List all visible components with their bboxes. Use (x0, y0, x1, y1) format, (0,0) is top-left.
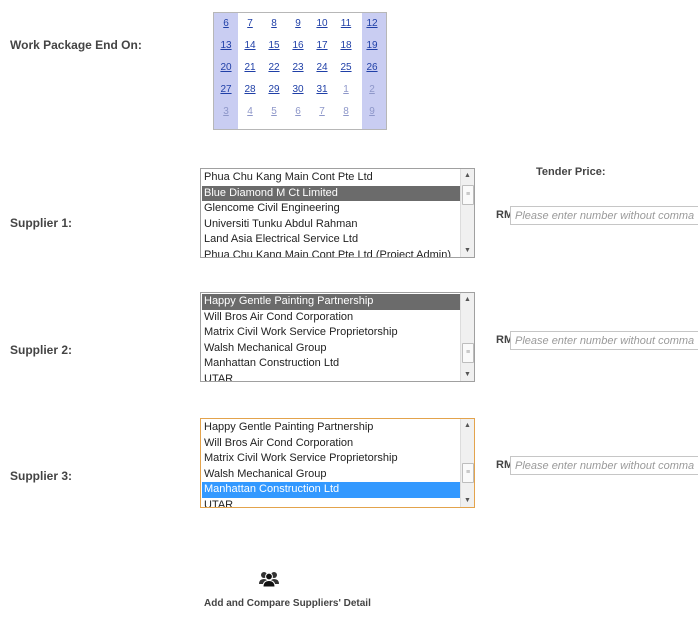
calendar-day[interactable]: 12 (361, 15, 383, 33)
calendar-day[interactable]: 20 (215, 59, 237, 77)
supplier-2-listbox[interactable]: Happy Gentle Painting Partnership Will Br… (200, 292, 475, 382)
supplier-option[interactable]: Glencome Civil Engineering (202, 201, 460, 217)
calendar-day[interactable]: 9 (361, 103, 383, 121)
calendar-day[interactable]: 23 (287, 59, 309, 77)
calendar-day[interactable]: 14 (239, 37, 261, 55)
supplier-option[interactable]: Phua Chu Kang Main Cont Pte Ltd (202, 170, 460, 186)
calendar-day[interactable]: 13 (215, 37, 237, 55)
supplier-option[interactable]: Phua Chu Kang Main Cont Pte Ltd (Project… (202, 248, 460, 257)
calendar-day[interactable]: 6 (215, 15, 237, 33)
calendar-day[interactable]: 31 (311, 81, 333, 99)
supplier-option[interactable]: Happy Gentle Painting Partnership (202, 294, 460, 310)
scroll-up-arrow-icon[interactable]: ▲ (464, 172, 471, 179)
calendar-day[interactable]: 3 (215, 103, 237, 121)
calendar-day[interactable]: 4 (239, 103, 261, 121)
tender-price-input-3[interactable] (510, 456, 698, 475)
supplier-option[interactable]: Walsh Mechanical Group (202, 467, 460, 483)
calendar-day[interactable]: 25 (335, 59, 357, 77)
calendar-day[interactable]: 7 (311, 103, 333, 121)
supplier-option[interactable]: Universiti Tunku Abdul Rahman (202, 217, 460, 233)
calendar-day[interactable]: 18 (335, 37, 357, 55)
supplier-option[interactable]: Happy Gentle Painting Partnership (202, 420, 460, 436)
tender-price-heading: Tender Price: (536, 166, 606, 178)
supplier-1-options: Phua Chu Kang Main Cont Pte Ltd Blue Diam… (202, 170, 460, 257)
work-package-end-label: Work Package End On: (10, 38, 142, 52)
calendar-day[interactable]: 10 (311, 15, 333, 33)
calendar-day[interactable]: 21 (239, 59, 261, 77)
supplier-option[interactable]: Manhattan Construction Ltd (202, 482, 460, 498)
calendar-day[interactable]: 2 (361, 81, 383, 99)
scroll-down-arrow-icon[interactable]: ▼ (464, 371, 471, 378)
calendar-day[interactable]: 6 (287, 103, 309, 121)
supplier-option[interactable]: Matrix Civil Work Service Proprietorship (202, 451, 460, 467)
supplier-option[interactable]: UTAR (202, 498, 460, 507)
calendar-day[interactable]: 29 (263, 81, 285, 99)
supplier-option[interactable]: Blue Diamond M Ct Limited (202, 185, 460, 202)
calendar-day[interactable]: 9 (287, 15, 309, 33)
supplier-1-label: Supplier 1: (10, 216, 73, 230)
tender-price-input-1[interactable] (510, 206, 698, 225)
supplier-1-scrollbar[interactable]: ▲ ≡ ▼ (460, 169, 474, 257)
calendar-day[interactable]: 22 (263, 59, 285, 77)
supplier-option[interactable]: Land Asia Electrical Service Ltd (202, 232, 460, 248)
supplier-3-scrollbar[interactable]: ▲ ≡ ▼ (460, 419, 474, 507)
calendar-day[interactable]: 30 (287, 81, 309, 99)
supplier-option[interactable]: Walsh Mechanical Group (202, 341, 460, 357)
supplier-3-label: Supplier 3: (10, 469, 73, 483)
calendar-day[interactable]: 26 (361, 59, 383, 77)
calendar-day[interactable]: 24 (311, 59, 333, 77)
scroll-thumb[interactable]: ≡ (462, 343, 474, 363)
add-compare-suppliers-label: Add and Compare Suppliers' Detail (204, 598, 371, 609)
calendar-day[interactable]: 8 (263, 15, 285, 33)
scroll-up-arrow-icon[interactable]: ▲ (464, 296, 471, 303)
supplier-option[interactable]: Manhattan Construction Ltd (202, 356, 460, 372)
add-compare-suppliers-button[interactable]: Add and Compare Suppliers' Detail (198, 570, 378, 610)
calendar-day[interactable]: 5 (263, 103, 285, 121)
supplier-option[interactable]: Will Bros Air Cond Corporation (202, 310, 460, 326)
calendar-day[interactable]: 28 (239, 81, 261, 99)
calendar-day[interactable]: 1 (335, 81, 357, 99)
supplier-2-label: Supplier 2: (10, 343, 73, 357)
supplier-option[interactable]: Will Bros Air Cond Corporation (202, 436, 460, 452)
calendar-day[interactable]: 27 (215, 81, 237, 99)
scroll-down-arrow-icon[interactable]: ▼ (464, 497, 471, 504)
calendar-day[interactable]: 15 (263, 37, 285, 55)
scroll-down-arrow-icon[interactable]: ▼ (464, 247, 471, 254)
end-date-calendar[interactable]: 6 7 8 9 10 11 12 13 14 15 16 17 18 19 20 21 22 23 24 25 26 27… (213, 12, 387, 130)
calendar-day[interactable]: 16 (287, 37, 309, 55)
scroll-thumb[interactable]: ≡ (462, 185, 474, 205)
scroll-thumb[interactable]: ≡ (462, 463, 474, 483)
supplier-option[interactable]: Matrix Civil Work Service Proprietorship (202, 325, 460, 341)
supplier-option[interactable]: UTAR (202, 372, 460, 381)
supplier-2-scrollbar[interactable]: ▲ ≡ ▼ (460, 293, 474, 381)
supplier-3-listbox[interactable]: Happy Gentle Painting Partnership Will Br… (200, 418, 475, 508)
scroll-up-arrow-icon[interactable]: ▲ (464, 422, 471, 429)
supplier-2-options: Happy Gentle Painting Partnership Will Br… (202, 294, 460, 381)
calendar-day[interactable]: 7 (239, 15, 261, 33)
users-group-icon (259, 572, 279, 588)
supplier-1-listbox[interactable]: Phua Chu Kang Main Cont Pte Ltd Blue Diam… (200, 168, 475, 258)
calendar-day[interactable]: 17 (311, 37, 333, 55)
calendar-day[interactable]: 11 (335, 15, 357, 33)
supplier-3-options: Happy Gentle Painting Partnership Will Br… (202, 420, 460, 507)
calendar-day[interactable]: 8 (335, 103, 357, 121)
calendar-day[interactable]: 19 (361, 37, 383, 55)
tender-price-input-2[interactable] (510, 331, 698, 350)
